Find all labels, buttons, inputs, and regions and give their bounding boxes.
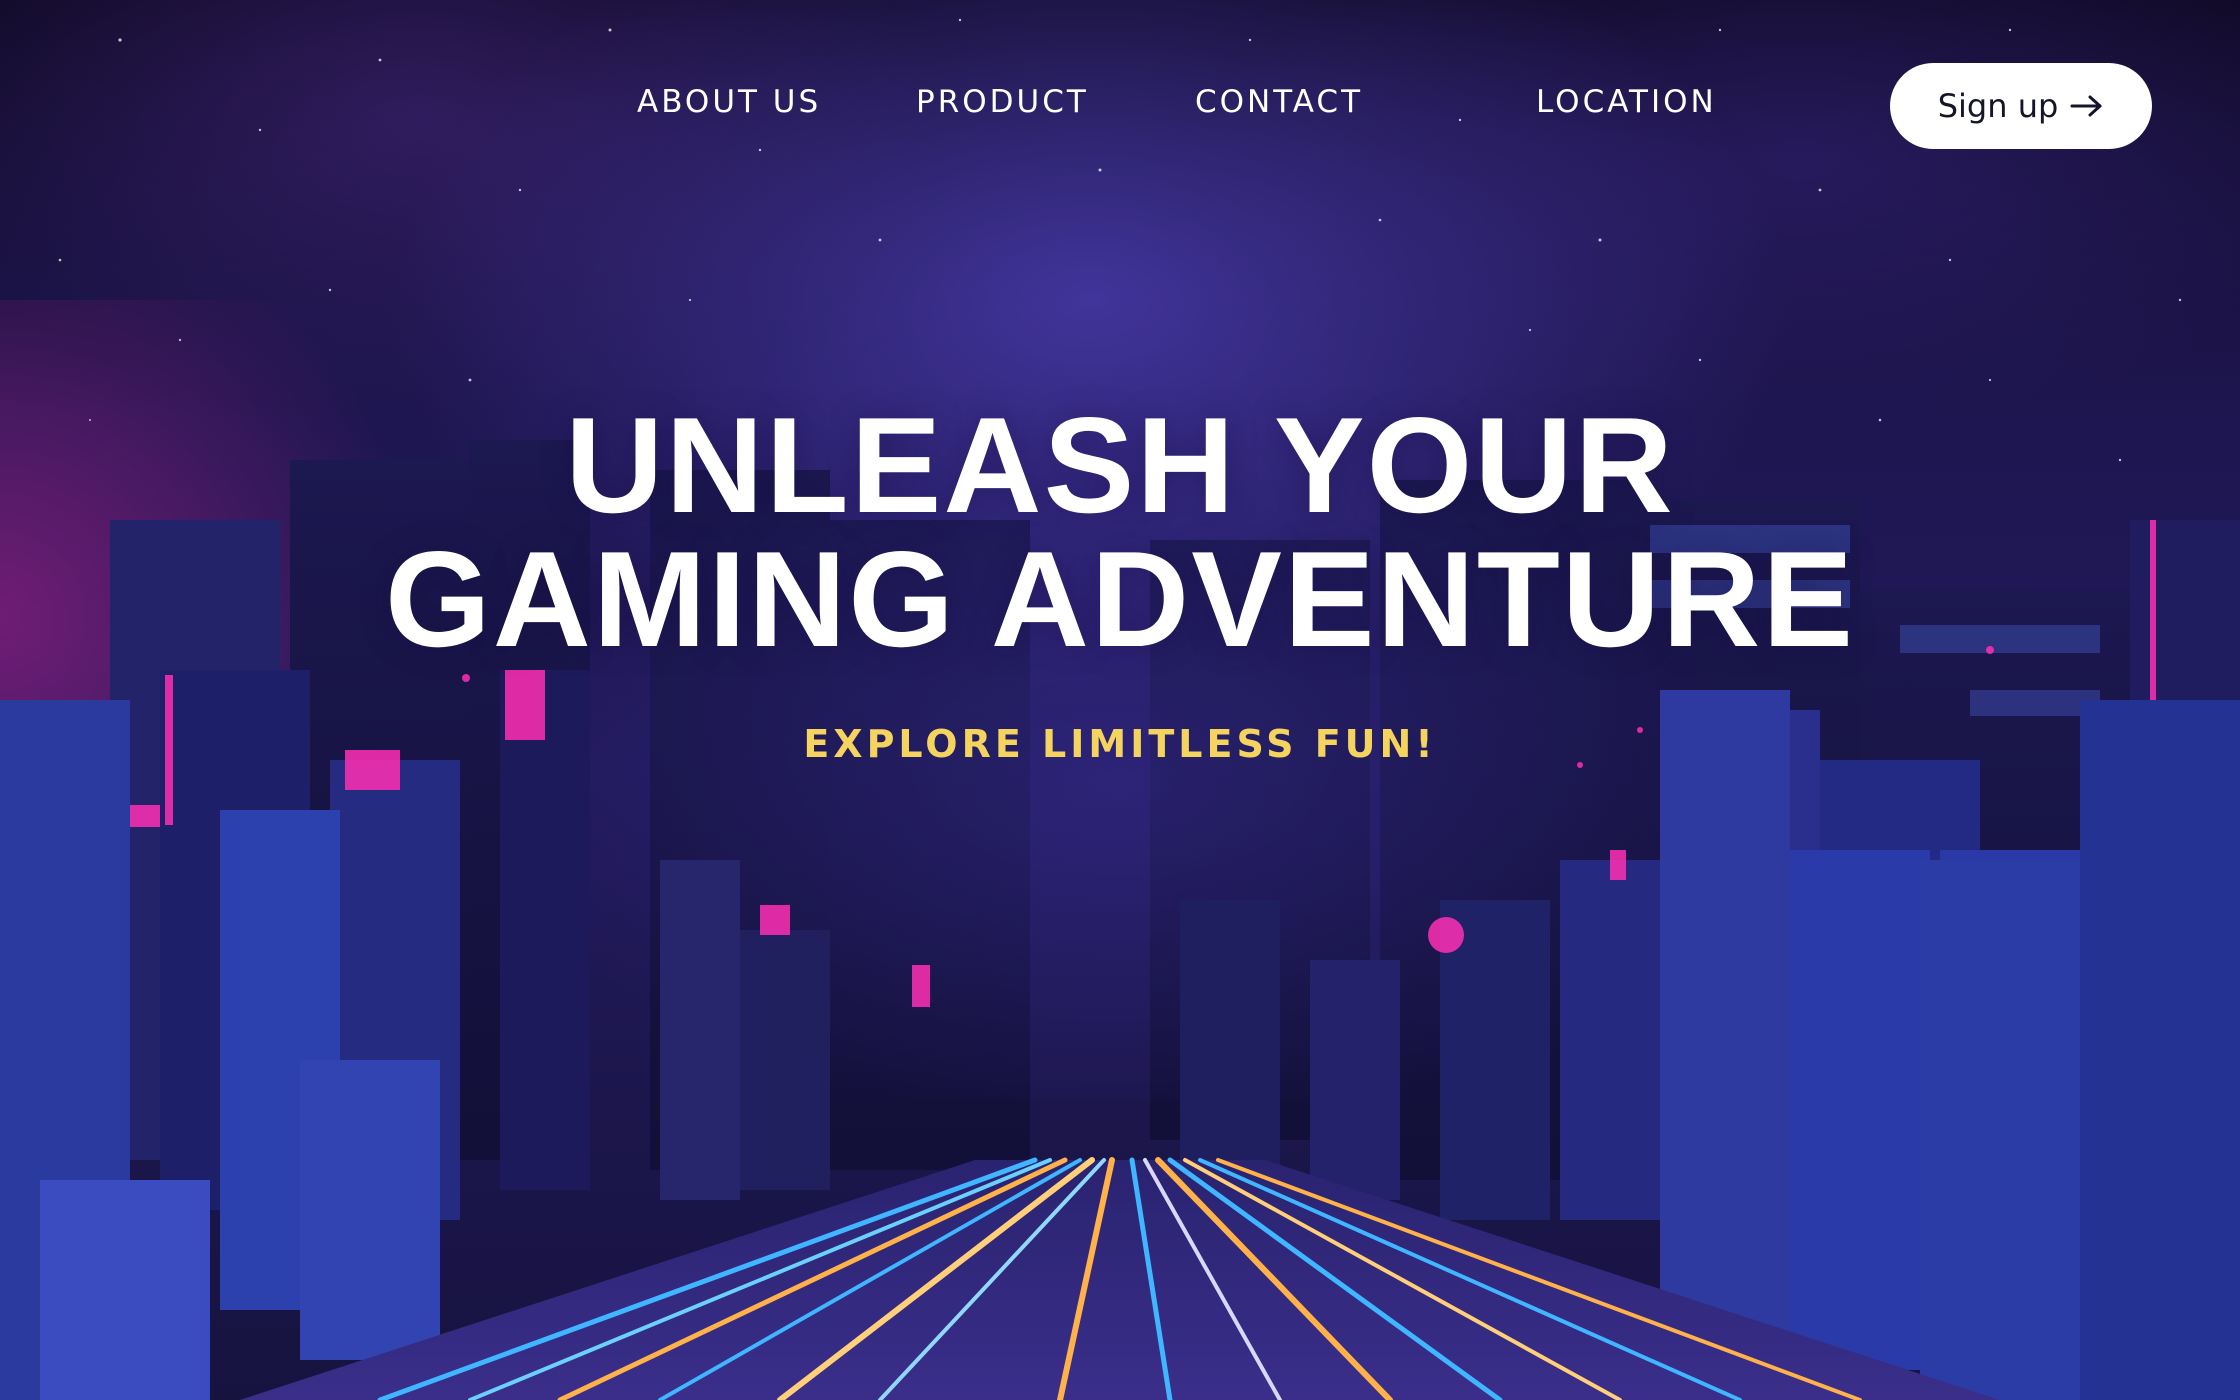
signup-label: Sign up xyxy=(1937,87,2059,125)
top-navigation: ABOUT US PRODUCT CONTACT LOCATION Sign u… xyxy=(0,0,2240,210)
arrow-right-icon xyxy=(2070,95,2102,117)
hero-title-line-1: UNLEASH YOUR xyxy=(565,389,1675,541)
nav-product[interactable]: PRODUCT xyxy=(916,84,1089,120)
signup-button[interactable]: Sign up xyxy=(1890,63,2152,149)
neon-city-background xyxy=(0,18,2240,1400)
hero-title: UNLEASH YOUR GAMING ADVENTURE xyxy=(0,389,2240,675)
nav-contact[interactable]: CONTACT xyxy=(1195,84,1363,120)
nav-location[interactable]: LOCATION xyxy=(1536,84,1717,120)
nav-about-us[interactable]: ABOUT US xyxy=(637,84,821,120)
hero-title-line-2: GAMING ADVENTURE xyxy=(384,523,1856,675)
landing-page: ABOUT US PRODUCT CONTACT LOCATION Sign u… xyxy=(0,0,2240,1400)
hero-tagline: EXPLORE LIMITLESS FUN! xyxy=(803,722,1437,766)
